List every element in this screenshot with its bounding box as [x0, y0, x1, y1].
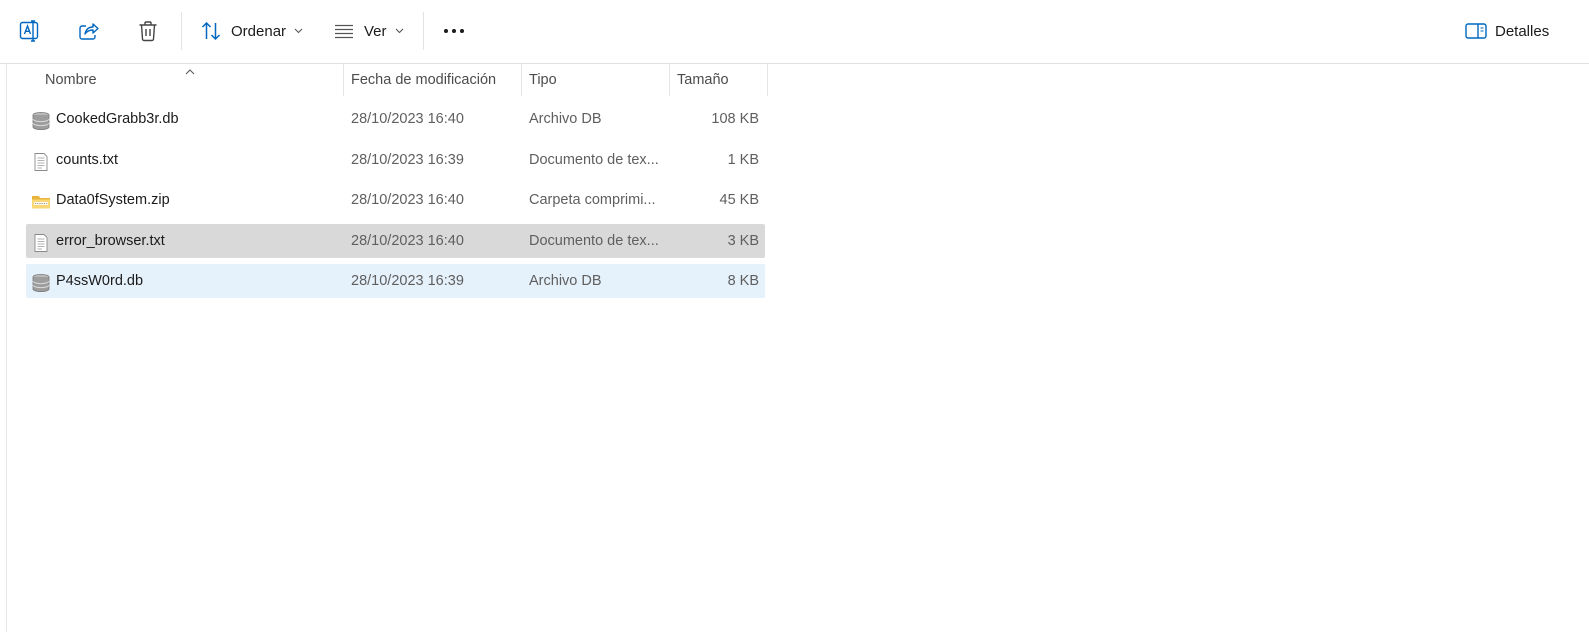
file-date: 28/10/2023 16:40 — [351, 111, 464, 127]
file-name: counts.txt — [56, 151, 119, 168]
file-type: Documento de tex... — [529, 232, 659, 249]
file-list: CookedGrabb3r.db 28/10/2023 16:40 Archiv… — [26, 102, 765, 305]
file-name: error_browser.txt — [56, 232, 165, 249]
file-type: Archivo DB — [529, 111, 602, 127]
column-divider[interactable] — [767, 64, 768, 96]
rename-button[interactable] — [11, 12, 49, 50]
toolbar-separator — [181, 12, 182, 50]
file-row[interactable]: Data0fSystem.zip 28/10/2023 16:40 Carpet… — [26, 183, 765, 217]
file-size: 45 KB — [719, 192, 760, 208]
details-label: Detalles — [1495, 22, 1550, 40]
details-pane-button[interactable]: Detalles — [1465, 12, 1549, 50]
column-header-name[interactable]: Nombre — [37, 64, 343, 96]
file-size: 108 KB — [711, 111, 759, 127]
file-date: 28/10/2023 16:40 — [351, 192, 464, 208]
file-row-selected[interactable]: error_browser.txt 28/10/2023 16:40 Docum… — [26, 223, 765, 258]
database-icon — [31, 272, 51, 292]
delete-button[interactable] — [129, 12, 167, 50]
delete-icon — [136, 19, 160, 43]
column-header-size[interactable]: Tamaño — [669, 64, 767, 96]
file-size: 1 KB — [727, 151, 759, 168]
text-file-icon — [31, 151, 51, 171]
chevron-down-icon — [395, 28, 404, 34]
column-header-date[interactable]: Fecha de modificación — [343, 64, 521, 96]
file-type: Carpeta comprimi... — [529, 192, 656, 208]
file-date: 28/10/2023 16:40 — [351, 232, 464, 249]
share-button[interactable] — [70, 12, 108, 50]
file-name: Data0fSystem.zip — [56, 192, 170, 208]
details-pane-icon — [1465, 22, 1487, 40]
view-list-icon — [333, 20, 355, 42]
file-date: 28/10/2023 16:39 — [351, 151, 464, 168]
column-header-row: Nombre Fecha de modificación Tipo Tamaño — [0, 64, 770, 96]
more-options-button[interactable] — [435, 12, 473, 50]
view-label: Ver — [364, 22, 387, 40]
share-icon — [77, 19, 101, 43]
zip-folder-icon — [31, 191, 51, 209]
file-size: 8 KB — [727, 273, 759, 289]
file-type: Documento de tex... — [529, 151, 659, 168]
file-row[interactable]: CookedGrabb3r.db 28/10/2023 16:40 Archiv… — [26, 102, 765, 136]
sort-button[interactable]: Ordenar — [200, 12, 303, 50]
toolbar-separator — [423, 12, 424, 50]
database-icon — [31, 110, 51, 130]
chevron-down-icon — [294, 28, 303, 34]
command-bar: Ordenar Ver Detalles — [0, 0, 1589, 64]
file-date: 28/10/2023 16:39 — [351, 273, 464, 289]
file-name: P4ssW0rd.db — [56, 273, 144, 289]
file-row-hover[interactable]: P4ssW0rd.db 28/10/2023 16:39 Archivo DB … — [26, 264, 765, 298]
sort-label: Ordenar — [231, 22, 287, 40]
sort-icon — [200, 20, 222, 42]
column-header-type[interactable]: Tipo — [521, 64, 669, 96]
navigation-pane-border — [6, 64, 7, 632]
file-size: 3 KB — [727, 232, 759, 249]
more-icon — [442, 28, 466, 34]
text-file-icon — [31, 232, 51, 252]
file-row[interactable]: counts.txt 28/10/2023 16:39 Documento de… — [26, 143, 765, 177]
file-type: Archivo DB — [529, 273, 602, 289]
rename-icon — [18, 19, 42, 43]
file-name: CookedGrabb3r.db — [56, 111, 179, 127]
view-button[interactable]: Ver — [333, 12, 404, 50]
